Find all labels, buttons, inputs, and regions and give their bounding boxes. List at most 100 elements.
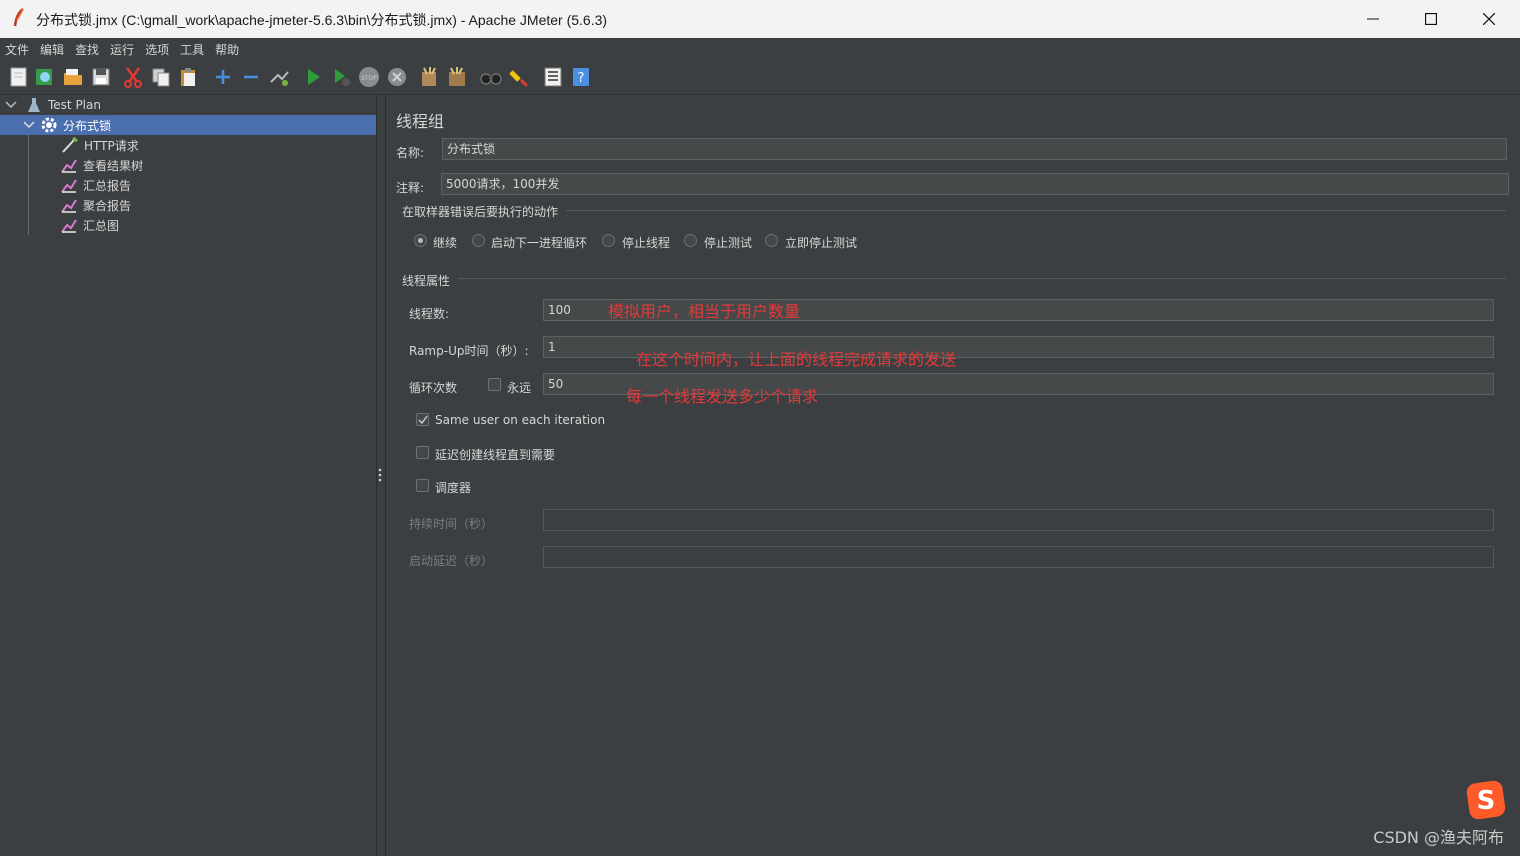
- toggle-icon[interactable]: [268, 66, 290, 88]
- svg-text:S: S: [1477, 786, 1496, 816]
- collapse-all-icon[interactable]: [240, 66, 262, 88]
- window-title: 分布式锁.jmx (C:\gmall_work\apache-jmeter-5.…: [36, 12, 608, 28]
- loop-annotation: 每一个线程发送多少个请求: [626, 387, 819, 406]
- rampup-annotation: 在这个时间内，让上面的线程完成请求的发送: [636, 350, 957, 369]
- open-icon[interactable]: [62, 66, 84, 88]
- tree-item-test-plan[interactable]: Test Plan: [0, 95, 376, 115]
- comment-field[interactable]: 5000请求，100并发: [441, 173, 1509, 195]
- threads-annotation: 模拟用户，相当于用户数量: [608, 302, 801, 321]
- function-helper-icon[interactable]: [542, 66, 564, 88]
- menu-bar: 文件 编辑 查找 运行 选项 工具 帮助: [0, 38, 1520, 60]
- minimize-button[interactable]: [1344, 0, 1402, 38]
- test-plan-tree: Test Plan 分布式锁 HTTP请求 查看结果树 汇总报告 聚合报告 汇总…: [0, 95, 377, 856]
- csdn-watermark: CSDN @渔夫阿布: [1373, 828, 1504, 847]
- chevron-down-icon[interactable]: [4, 98, 18, 112]
- menu-edit[interactable]: 编辑: [35, 38, 70, 58]
- new-file-icon[interactable]: [8, 66, 30, 88]
- duration-field: [543, 509, 1494, 531]
- chevron-down-icon[interactable]: [22, 118, 36, 132]
- radio-start-next-loop-label: 启动下一进程循环: [491, 236, 588, 250]
- ime-logo-icon[interactable]: S: [1466, 780, 1506, 820]
- radio-stop-test-now[interactable]: [765, 234, 778, 247]
- tree-item-label: 汇总图: [83, 218, 120, 233]
- listener-chart-icon: [61, 179, 77, 193]
- tree-item-http-request[interactable]: HTTP请求: [60, 135, 139, 155]
- drag-handle-icon: [378, 468, 382, 482]
- tree-guide-line: [28, 135, 29, 235]
- same-user-label: Same user on each iteration: [435, 413, 606, 427]
- start-icon[interactable]: [302, 66, 324, 88]
- jmeter-feather-icon: [13, 8, 24, 27]
- listener-chart-icon: [61, 159, 77, 173]
- clear-all-icon[interactable]: [446, 66, 468, 88]
- close-button[interactable]: [1460, 0, 1518, 38]
- radio-stop-thread-label: 停止线程: [622, 236, 671, 250]
- close-icon: [1483, 13, 1495, 25]
- listener-chart-icon: [61, 199, 77, 213]
- svg-text:STOP: STOP: [361, 75, 377, 82]
- thread-properties-section-title: 线程属性: [402, 274, 451, 288]
- minimize-icon: [1367, 18, 1379, 20]
- radio-stop-thread[interactable]: [602, 234, 615, 247]
- copy-icon[interactable]: [150, 66, 172, 88]
- help-icon[interactable]: ?: [570, 66, 592, 88]
- maximize-button[interactable]: [1402, 0, 1460, 38]
- templates-icon[interactable]: [34, 66, 56, 88]
- delay-thread-creation-checkbox[interactable]: [416, 446, 429, 459]
- pipette-icon: [62, 136, 78, 153]
- clear-icon[interactable]: [418, 66, 440, 88]
- radio-stop-test[interactable]: [684, 234, 697, 247]
- radio-continue-label: 继续: [433, 236, 458, 250]
- radio-stop-test-label: 停止测试: [704, 236, 753, 250]
- tree-item-label: 汇总报告: [83, 178, 132, 193]
- cut-icon[interactable]: [122, 66, 144, 88]
- scheduler-checkbox[interactable]: [416, 479, 429, 492]
- startup-delay-field: [543, 546, 1494, 568]
- name-field[interactable]: 分布式锁: [442, 138, 1507, 160]
- menu-file[interactable]: 文件: [0, 38, 35, 58]
- start-no-pause-icon[interactable]: [330, 66, 352, 88]
- forever-checkbox[interactable]: [488, 378, 501, 391]
- section-divider: [566, 210, 1506, 211]
- shutdown-icon[interactable]: [386, 66, 408, 88]
- paste-icon[interactable]: [178, 66, 200, 88]
- expand-all-icon[interactable]: [212, 66, 234, 88]
- panel-title: 线程组: [396, 112, 445, 131]
- menu-tools[interactable]: 工具: [175, 38, 210, 58]
- stop-icon[interactable]: STOP: [358, 66, 380, 88]
- tree-item-thread-group[interactable]: 分布式锁: [0, 115, 376, 135]
- tree-item-label: 聚合报告: [83, 198, 132, 213]
- save-icon[interactable]: [90, 66, 112, 88]
- checkmark-icon: [418, 415, 428, 425]
- startup-delay-label: 启动延迟（秒）: [409, 554, 494, 568]
- duration-label: 持续时间（秒）: [409, 517, 494, 531]
- menu-search[interactable]: 查找: [70, 38, 105, 58]
- tree-item-summary-graph[interactable]: 汇总图: [60, 215, 119, 235]
- tree-item-summary-report[interactable]: 汇总报告: [60, 175, 131, 195]
- maximize-icon: [1425, 13, 1437, 25]
- radio-start-next-loop[interactable]: [472, 234, 485, 247]
- title-bar: 分布式锁.jmx (C:\gmall_work\apache-jmeter-5.…: [0, 0, 1520, 38]
- rampup-label: Ramp-Up时间（秒）:: [409, 344, 529, 358]
- tree-item-label: HTTP请求: [84, 138, 139, 153]
- toolbar: STOP ?: [0, 60, 1520, 95]
- test-plan-flask-icon: [28, 98, 40, 112]
- menu-run[interactable]: 运行: [105, 38, 140, 58]
- menu-help[interactable]: 帮助: [210, 38, 245, 58]
- delay-thread-creation-label: 延迟创建线程直到需要: [435, 448, 556, 462]
- radio-continue[interactable]: [414, 234, 427, 247]
- listener-chart-icon: [61, 219, 77, 233]
- tree-item-aggregate-report[interactable]: 聚合报告: [60, 195, 131, 215]
- same-user-checkbox[interactable]: [416, 413, 429, 426]
- binoculars-icon[interactable]: [480, 66, 502, 88]
- thread-group-gear-icon: [41, 117, 57, 133]
- reset-search-icon[interactable]: [508, 66, 530, 88]
- radio-stop-test-now-label: 立即停止测试: [785, 236, 858, 250]
- scheduler-label: 调度器: [435, 481, 472, 495]
- tree-item-label: 查看结果树: [83, 158, 144, 173]
- menu-options[interactable]: 选项: [140, 38, 175, 58]
- panel-splitter[interactable]: [377, 95, 386, 856]
- section-divider: [458, 278, 1506, 279]
- thread-group-panel: 线程组 名称: 分布式锁 注释: 5000请求，100并发 在取样器错误后要执行…: [386, 95, 1520, 856]
- tree-item-view-results-tree[interactable]: 查看结果树: [60, 155, 143, 175]
